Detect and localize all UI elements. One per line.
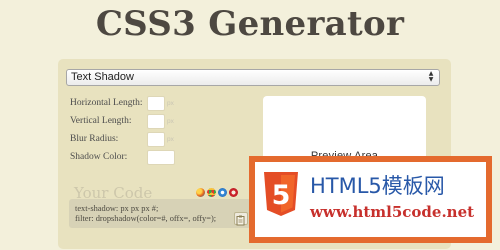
code-output[interactable]: text-shadow: px px px #; filter: dropsha… (69, 199, 251, 228)
watermark-title: HTML5模板网 (310, 174, 445, 198)
blur-radius-unit: px (167, 136, 174, 143)
updown-arrows-icon: ▲ ▼ (428, 70, 434, 83)
watermark-url: www.html5code.net (310, 203, 475, 221)
clipboard-icon (236, 215, 245, 226)
shadow-color-label: Shadow Color: (70, 152, 128, 162)
horizontal-length-unit: px (167, 100, 174, 107)
firefox-icon (196, 188, 205, 197)
effect-select-value: Text Shadow (71, 71, 134, 83)
code-line-filter: filter: dropshadow(color=#, offx=, offy=… (75, 214, 217, 223)
html5-shield-icon: 5 (264, 172, 298, 216)
vertical-length-unit: px (167, 118, 174, 125)
vertical-length-input[interactable] (147, 114, 165, 129)
html5-shield-number: 5 (272, 180, 291, 211)
horizontal-length-label: Horizontal Length: (70, 98, 143, 108)
vertical-length-label: Vertical Length: (70, 116, 132, 126)
chrome-icon (207, 188, 216, 197)
blur-radius-input[interactable] (147, 132, 165, 147)
effect-select[interactable]: Text Shadow ▲ ▼ (66, 69, 440, 86)
page-title: CSS3 Generator (95, 4, 405, 44)
opera-icon (229, 188, 238, 197)
safari-icon (218, 188, 227, 197)
copy-code-button[interactable] (234, 212, 248, 226)
shadow-color-input[interactable] (147, 150, 175, 165)
blur-radius-label: Blur Radius: (70, 134, 119, 144)
horizontal-length-input[interactable] (147, 96, 165, 111)
